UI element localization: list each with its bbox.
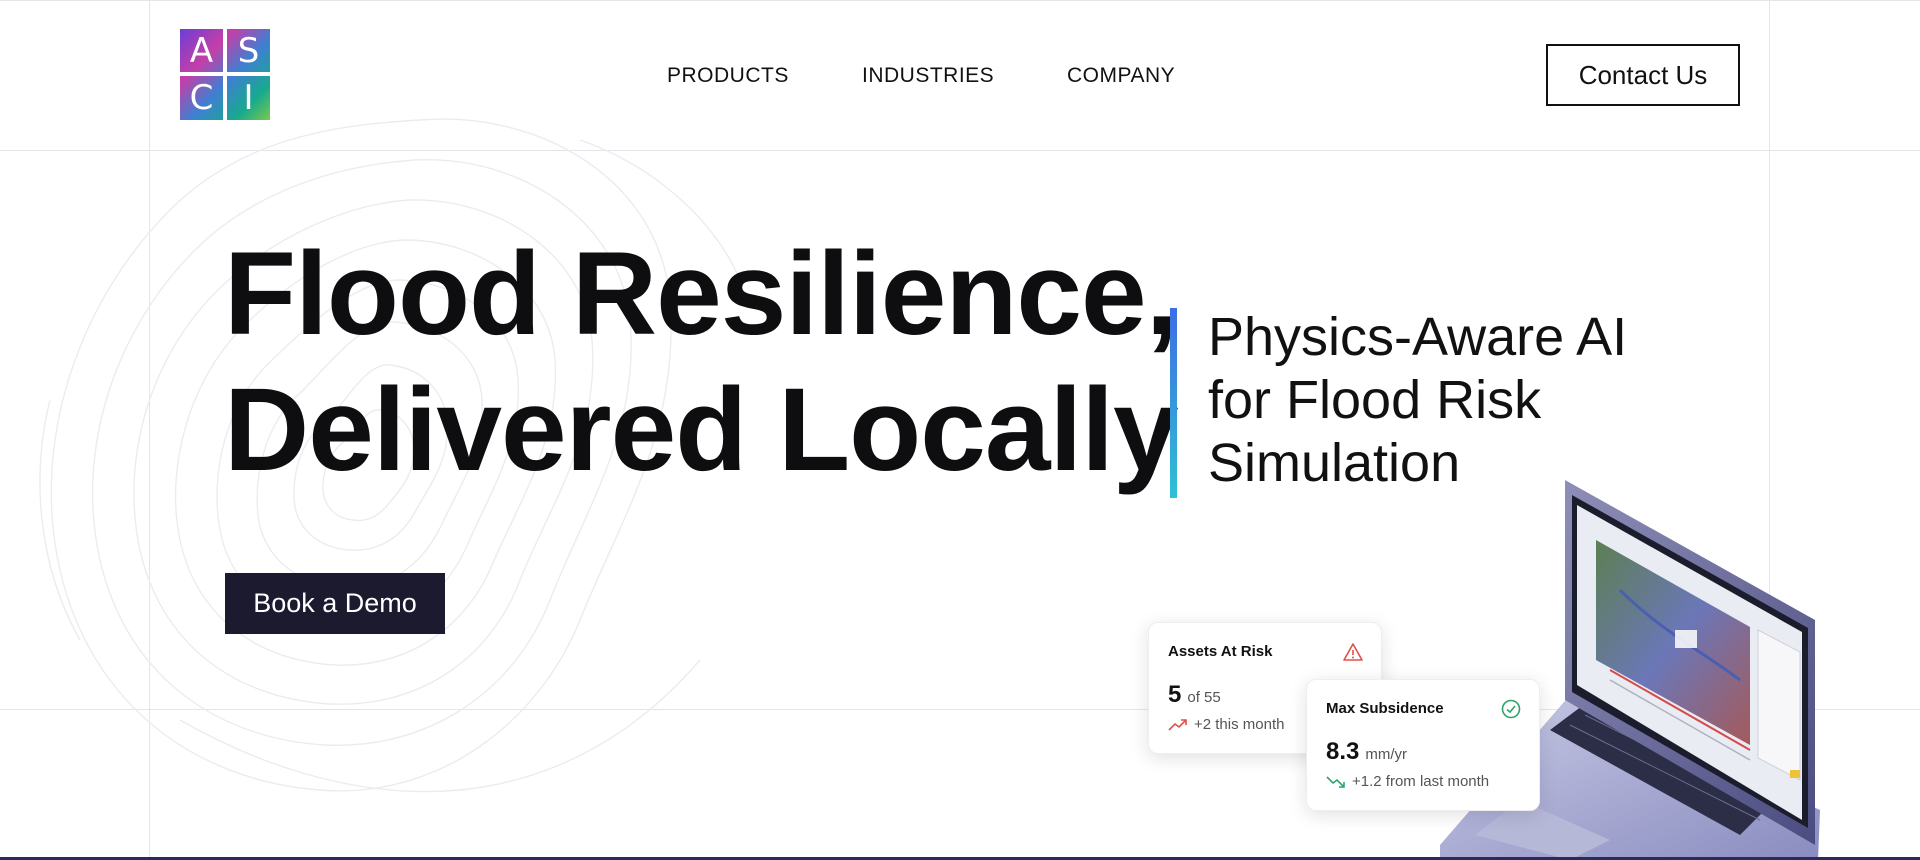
card-value: 5 of 55 [1168, 681, 1221, 709]
trend-text: +2 this month [1194, 716, 1285, 733]
subsidence-value: 8.3 [1326, 738, 1360, 765]
grid-line [0, 0, 1920, 1]
check-circle-icon [1501, 699, 1521, 719]
hero-tagline: Physics-Aware AI for Flood Risk Simulati… [1208, 306, 1627, 495]
nav-item-products[interactable]: PRODUCTS [667, 64, 789, 88]
nav-item-company[interactable]: COMPANY [1067, 64, 1175, 88]
card-title: Max Subsidence [1326, 700, 1444, 717]
trend-up-icon [1168, 718, 1187, 731]
accent-divider [1170, 308, 1177, 498]
trend-text: +1.2 from last month [1352, 773, 1490, 790]
max-subsidence-card[interactable]: Max Subsidence 8.3 mm/yr +1.2 from last m… [1306, 679, 1540, 811]
hero-title: Flood Resilience, Delivered Locally [224, 226, 1179, 498]
warning-triangle-icon [1343, 643, 1363, 661]
book-demo-button[interactable]: Book a Demo [225, 573, 445, 634]
subsidence-unit: mm/yr [1365, 746, 1408, 763]
assets-unit: of 55 [1187, 689, 1221, 706]
card-title: Assets At Risk [1168, 643, 1273, 660]
nav-item-industries[interactable]: INDUSTRIES [862, 64, 994, 88]
hero-title-line: Flood Resilience, [224, 228, 1178, 360]
tagline-line: for Flood Risk [1208, 370, 1542, 430]
card-trend: +1.2 from last month [1326, 773, 1489, 790]
card-trend: +2 this month [1168, 716, 1284, 733]
tagline-line: Physics-Aware AI [1208, 307, 1628, 367]
trend-down-icon [1326, 775, 1345, 788]
card-value: 8.3 mm/yr [1326, 738, 1407, 766]
hero-title-line: Delivered Locally [224, 364, 1179, 496]
assets-value: 5 [1168, 681, 1182, 708]
contact-us-button[interactable]: Contact Us [1546, 44, 1740, 106]
